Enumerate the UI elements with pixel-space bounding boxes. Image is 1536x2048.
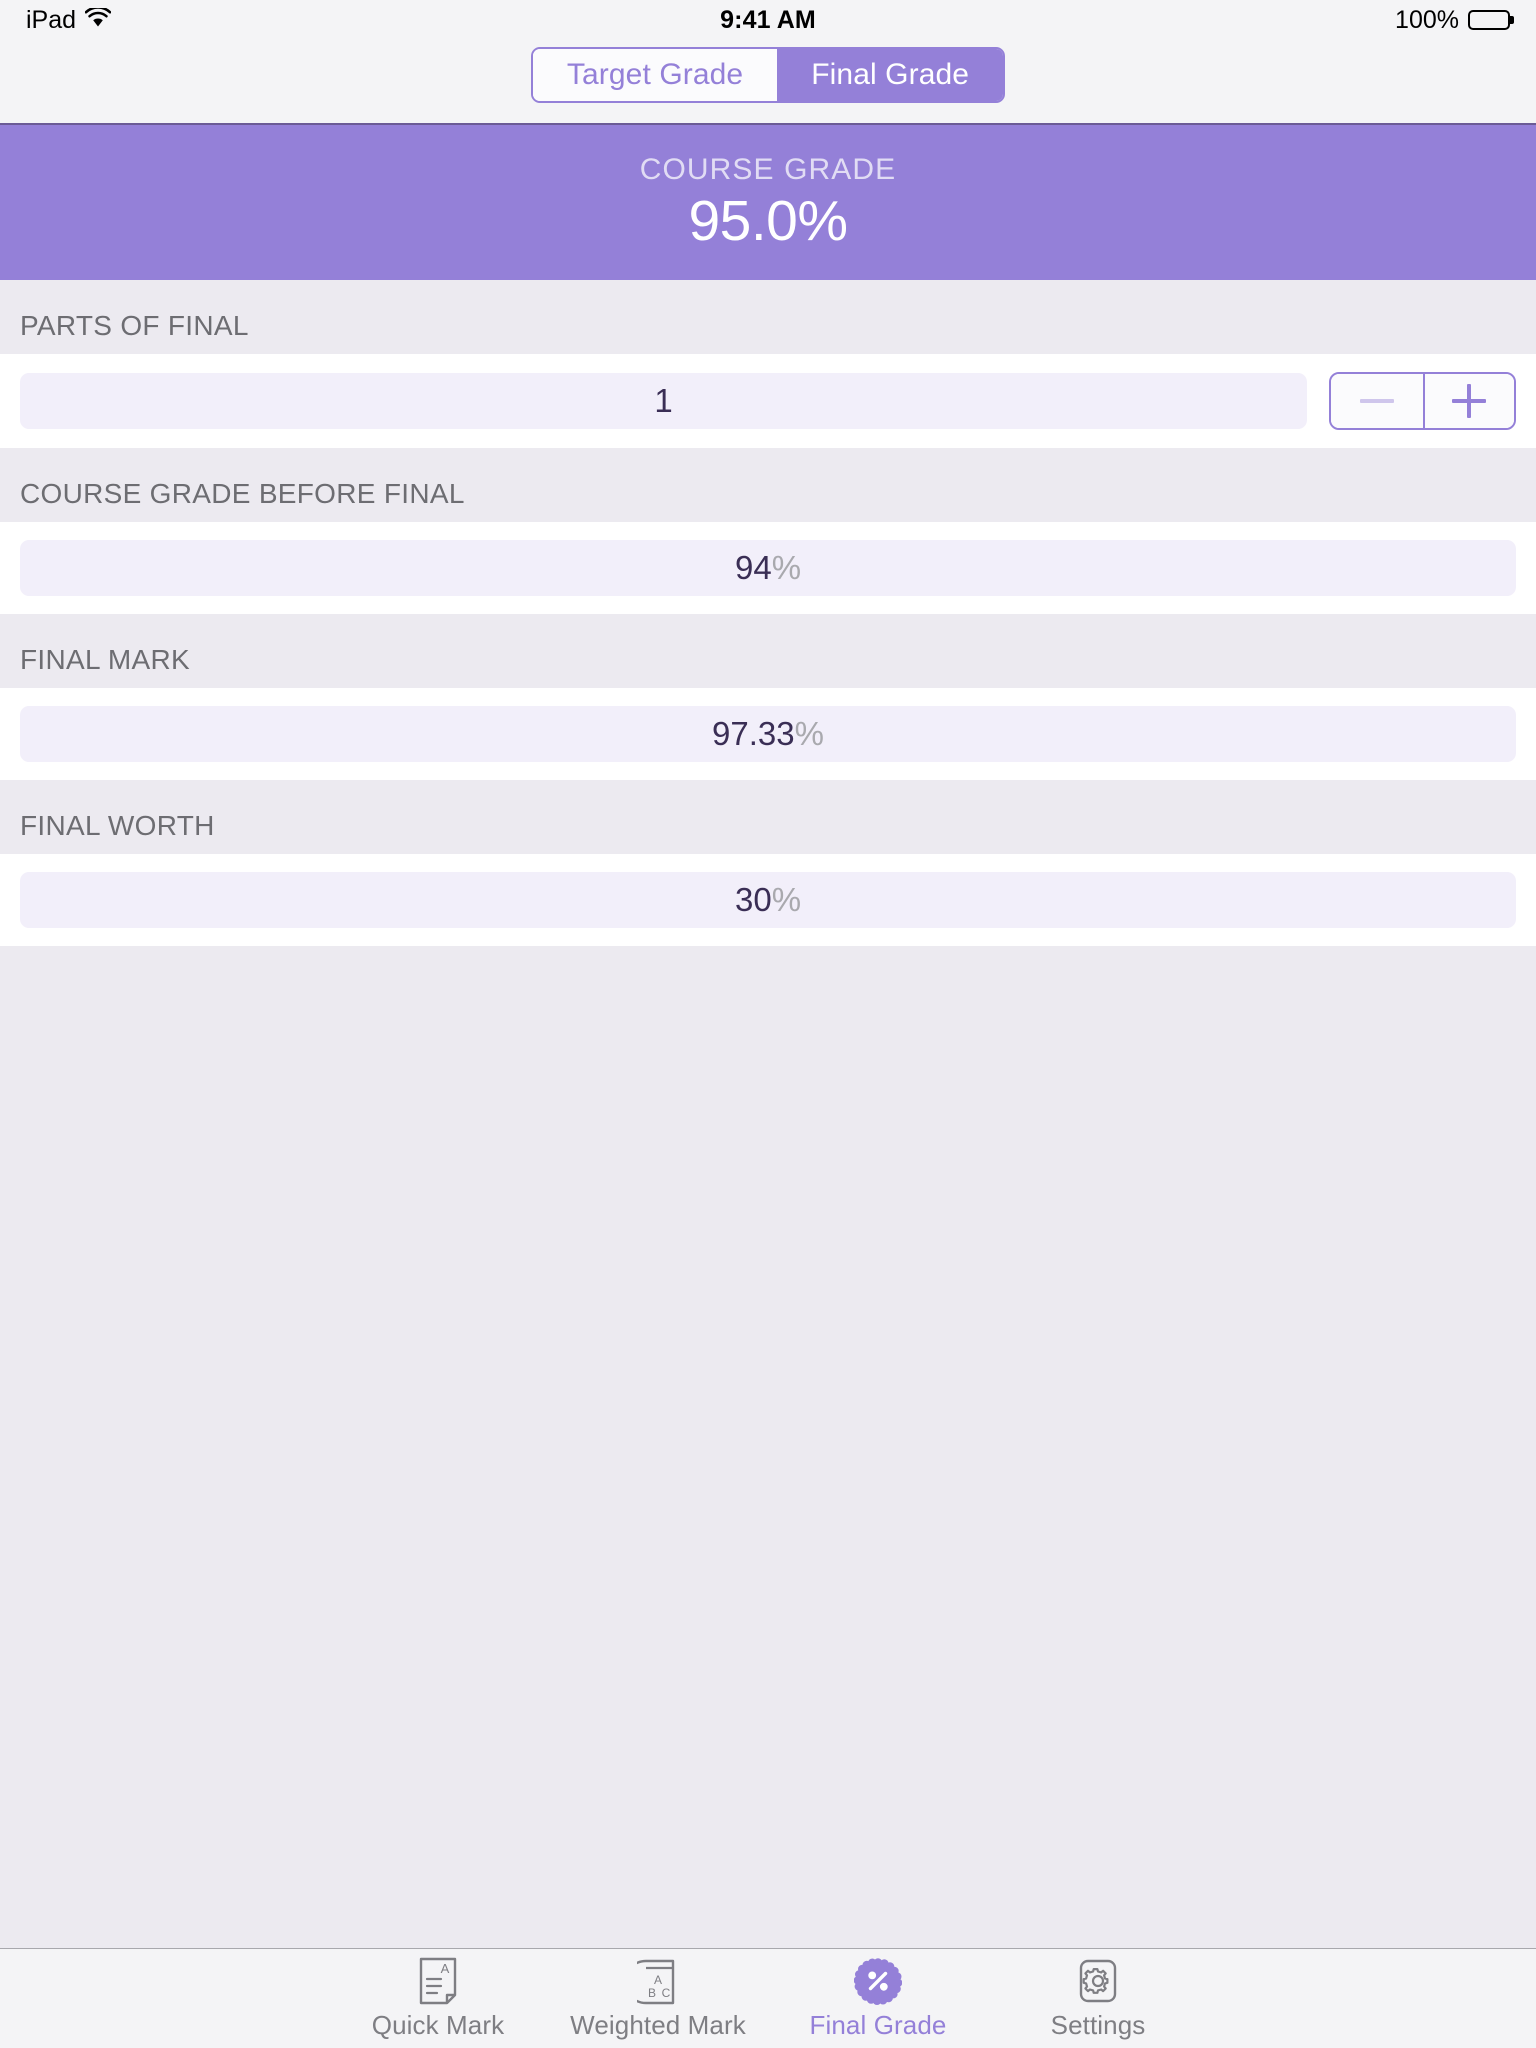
tab-bar: A Quick Mark A B C Weighted Mark Final G… — [0, 1948, 1536, 2048]
section-header-final-worth: FINAL WORTH — [0, 780, 1536, 854]
status-bar-right: 100% — [1395, 6, 1510, 35]
tab-settings[interactable]: Settings — [988, 1957, 1208, 2048]
tab-label-weighted-mark: Weighted Mark — [570, 2010, 746, 2040]
plus-icon — [1452, 384, 1487, 418]
row-parts-of-final: 1 — [0, 354, 1536, 448]
final-mark-value: 97.33 — [712, 715, 795, 752]
status-bar-left: iPad — [26, 5, 112, 35]
section-header-final-mark: FINAL MARK — [0, 614, 1536, 688]
course-grade-before-final-value: 94 — [734, 549, 772, 586]
status-bar: iPad 9:41 AM 100% — [0, 0, 1536, 40]
section-header-course-grade-before-final: COURSE GRADE BEFORE FINAL — [0, 448, 1536, 522]
segment-target-grade[interactable]: Target Grade — [532, 49, 778, 101]
tab-label-quick-mark: Quick Mark — [371, 2010, 505, 2040]
minus-icon — [1359, 384, 1394, 418]
final-worth-input[interactable]: 30 % — [20, 872, 1516, 928]
stepper-increment-button[interactable] — [1422, 374, 1514, 428]
parts-of-final-stepper[interactable] — [1329, 372, 1516, 430]
final-worth-value: 30 — [734, 881, 772, 918]
final-mark-input[interactable]: 97.33 % — [20, 706, 1516, 762]
battery-full-icon — [1468, 10, 1510, 30]
final-worth-suffix: % — [771, 881, 802, 918]
course-grade-value: 95.0% — [688, 188, 848, 253]
tab-weighted-mark[interactable]: A B C Weighted Mark — [548, 1957, 768, 2048]
tab-label-settings: Settings — [1050, 2010, 1146, 2040]
document-a-icon: A — [417, 1957, 459, 2005]
status-bar-time: 9:41 AM — [720, 5, 816, 34]
row-final-mark: 97.33 % — [0, 688, 1536, 780]
section-header-parts-of-final: PARTS OF FINAL — [0, 280, 1536, 354]
course-grade-before-final-input[interactable]: 94 % — [20, 540, 1516, 596]
final-mark-suffix: % — [794, 715, 824, 752]
course-grade-label: COURSE GRADE — [639, 152, 897, 186]
row-final-worth: 30 % — [0, 854, 1536, 946]
tab-label-final-grade: Final Grade — [809, 2010, 947, 2040]
course-grade-before-final-suffix: % — [771, 549, 802, 586]
svg-text:C: C — [662, 1986, 671, 2000]
tab-quick-mark[interactable]: A Quick Mark — [328, 1957, 548, 2048]
app-root: iPad 9:41 AM 100% Target Grade Final Gra… — [0, 0, 1536, 2048]
svg-text:B: B — [648, 1986, 656, 2000]
gear-icon — [1076, 1957, 1120, 2005]
parts-of-final-input[interactable]: 1 — [20, 373, 1307, 429]
percent-badge-icon — [854, 1957, 902, 2005]
device-name: iPad — [26, 5, 77, 34]
tab-final-grade[interactable]: Final Grade — [768, 1957, 988, 2048]
book-abc-icon: A B C — [637, 1957, 679, 2005]
svg-text:A: A — [441, 1961, 450, 1976]
grade-mode-segmented-control[interactable]: Target Grade Final Grade — [530, 47, 1006, 103]
svg-text:A: A — [654, 1973, 662, 1987]
wifi-icon — [84, 5, 112, 35]
form-content: PARTS OF FINAL 1 COURSE GRADE BEFORE FIN… — [0, 280, 1536, 1948]
row-course-grade-before-final: 94 % — [0, 522, 1536, 614]
battery-percent-label: 100% — [1395, 5, 1459, 34]
segment-final-grade[interactable]: Final Grade — [777, 49, 1004, 101]
parts-of-final-value: 1 — [654, 382, 673, 419]
navigation-bar: Target Grade Final Grade — [0, 40, 1536, 125]
course-grade-banner: COURSE GRADE 95.0% — [0, 125, 1536, 280]
stepper-decrement-button[interactable] — [1331, 374, 1423, 428]
